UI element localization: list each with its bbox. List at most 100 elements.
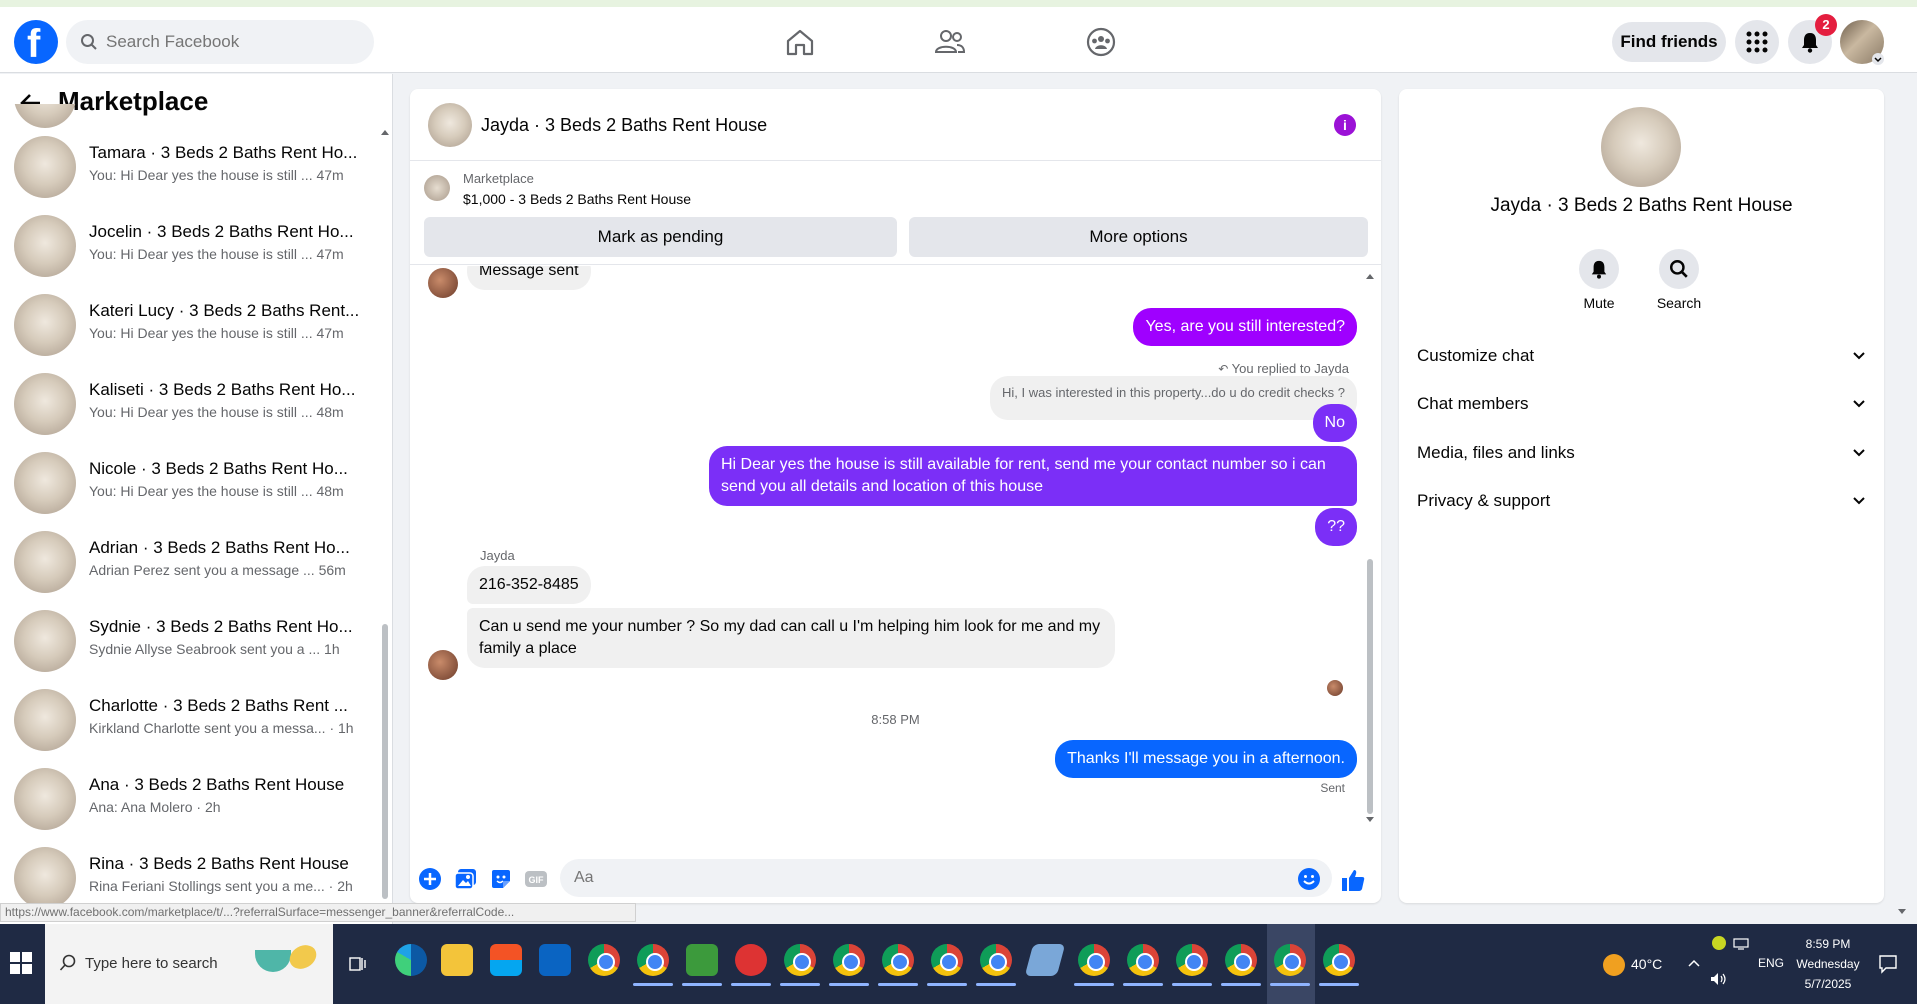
browser-top-strip [0, 0, 1917, 7]
running-indicator [1270, 983, 1310, 986]
find-friends-button[interactable]: Find friends [1612, 22, 1726, 62]
info-icon[interactable]: i [1334, 114, 1356, 136]
listing-price[interactable]: $1,000 - 3 Beds 2 Baths Rent House [463, 191, 691, 207]
running-indicator [780, 983, 820, 986]
chevron-up-icon[interactable] [1688, 958, 1700, 968]
read-receipt-avatar [1327, 680, 1343, 696]
avatar [14, 294, 76, 356]
incoming-message: 216-352-8485 [467, 566, 591, 604]
avatar[interactable] [428, 103, 472, 147]
app-icon[interactable] [1024, 944, 1066, 976]
scroll-up-arrow-icon[interactable] [380, 128, 390, 136]
svg-text:GIF: GIF [529, 875, 545, 885]
quoted-message[interactable]: Hi, I was interested in this property...… [990, 376, 1357, 420]
chat-scrollbar[interactable] [1367, 559, 1373, 814]
edge-icon[interactable] [395, 944, 427, 976]
app-icon[interactable] [735, 944, 767, 976]
gif-icon[interactable]: GIF [524, 867, 548, 891]
emoji-icon[interactable] [1297, 867, 1321, 891]
chrome-profile-icon[interactable] [833, 944, 865, 976]
network-icon[interactable] [1733, 938, 1749, 950]
list-item-partial[interactable] [0, 104, 380, 128]
chrome-profile-icon[interactable] [1274, 944, 1306, 976]
windows-taskbar: Type here to search 40°C ENG 8:59 PM Wed… [0, 924, 1917, 1004]
store-icon[interactable] [490, 944, 522, 976]
running-indicator [682, 983, 722, 986]
conversation-item[interactable]: Kateri Lucy · 3 Beds 2 Baths Rent... You:… [0, 286, 380, 365]
conversation-item[interactable]: Tamara · 3 Beds 2 Baths Rent Ho... You: H… [0, 128, 380, 207]
facebook-search[interactable] [66, 20, 374, 64]
customize-chat-row[interactable]: Customize chat [1417, 336, 1867, 376]
conversation-item[interactable]: Kaliseti · 3 Beds 2 Baths Rent Ho... You:… [0, 365, 380, 444]
chevron-down-icon [1853, 449, 1865, 457]
photo-icon[interactable] [454, 867, 478, 891]
conversation-item[interactable]: Nicole · 3 Beds 2 Baths Rent Ho... You: H… [0, 444, 380, 523]
taskbar-search[interactable]: Type here to search [45, 924, 333, 1004]
chrome-profile-icon[interactable] [1323, 944, 1355, 976]
conversation-item[interactable]: Sydnie · 3 Beds 2 Baths Rent Ho... Sydnie… [0, 602, 380, 681]
groups-icon[interactable] [1084, 25, 1118, 59]
chrome-profile-icon[interactable] [980, 944, 1012, 976]
scroll-down-arrow-icon[interactable] [1365, 816, 1375, 824]
privacy-support-row[interactable]: Privacy & support [1417, 481, 1867, 521]
spreadsheet-icon[interactable] [686, 944, 718, 976]
avatar[interactable] [1601, 107, 1681, 187]
conversation-item[interactable]: Adrian · 3 Beds 2 Baths Rent Ho... Adrian… [0, 523, 380, 602]
scroll-down-arrow-icon[interactable] [1897, 908, 1907, 916]
sticker-icon[interactable] [489, 867, 513, 891]
incoming-message-partial: Message sent [467, 266, 591, 290]
top-navigation-bar: f Find friends 2 [0, 7, 1917, 73]
avatar [14, 689, 76, 751]
search-highlight-illustration [255, 940, 325, 984]
conversation-item[interactable]: Charlotte · 3 Beds 2 Baths Rent ... Kirkl… [0, 681, 380, 760]
weather-icon[interactable] [1603, 954, 1625, 976]
menu-button[interactable] [1735, 20, 1779, 64]
search-in-chat-button[interactable]: Search [1639, 249, 1719, 311]
weather-temp[interactable]: 40°C [1631, 956, 1662, 972]
chrome-profile-icon[interactable] [784, 944, 816, 976]
running-indicator [1221, 983, 1261, 986]
tray-app-icon[interactable] [1712, 936, 1726, 950]
avatar [14, 452, 76, 514]
chrome-profile-icon[interactable] [1078, 944, 1110, 976]
file-explorer-icon[interactable] [441, 944, 473, 976]
chrome-profile-icon[interactable] [637, 944, 669, 976]
chat-members-row[interactable]: Chat members [1417, 384, 1867, 424]
mark-as-pending-button[interactable]: Mark as pending [424, 217, 897, 257]
windows-start-icon[interactable] [10, 952, 32, 974]
search-input[interactable] [106, 20, 356, 64]
volume-icon[interactable] [1710, 972, 1728, 986]
media-files-links-row[interactable]: Media, files and links [1417, 433, 1867, 473]
plus-icon[interactable] [418, 867, 442, 891]
avatar [428, 268, 458, 298]
message-input[interactable] [560, 859, 1332, 897]
like-thumb-icon[interactable] [1340, 867, 1366, 893]
chrome-icon[interactable] [588, 944, 620, 976]
task-view-icon[interactable] [348, 954, 368, 974]
mute-button[interactable]: Mute [1559, 249, 1639, 311]
listing-thumbnail[interactable] [424, 175, 450, 201]
chrome-profile-icon[interactable] [1225, 944, 1257, 976]
conversation-item[interactable]: Jocelin · 3 Beds 2 Baths Rent Ho... You: … [0, 207, 380, 286]
chrome-profile-icon[interactable] [931, 944, 963, 976]
sidebar-scrollbar[interactable] [382, 624, 388, 899]
running-indicator [878, 983, 918, 986]
notification-center-icon[interactable] [1878, 954, 1898, 974]
language-indicator[interactable]: ENG [1758, 956, 1784, 970]
outlook-icon[interactable] [539, 944, 571, 976]
clock[interactable]: 8:59 PM Wednesday 5/7/2025 [1794, 934, 1862, 994]
conversation-item[interactable]: Ana · 3 Beds 2 Baths Rent House Ana: Ana … [0, 760, 380, 839]
chrome-profile-icon[interactable] [1127, 944, 1159, 976]
more-options-button[interactable]: More options [909, 217, 1368, 257]
chat-title[interactable]: Jayda · 3 Beds 2 Baths Rent House [481, 115, 767, 136]
scroll-up-arrow-icon[interactable] [1365, 272, 1375, 280]
chat-header: Jayda · 3 Beds 2 Baths Rent House i [410, 89, 1381, 161]
avatar [14, 531, 76, 593]
chrome-profile-icon[interactable] [882, 944, 914, 976]
outgoing-message: ?? [1315, 508, 1357, 546]
sent-status: Sent [1320, 781, 1345, 795]
home-icon[interactable] [783, 25, 817, 59]
chrome-profile-icon[interactable] [1176, 944, 1208, 976]
facebook-logo[interactable]: f [14, 20, 58, 66]
friends-icon[interactable] [933, 25, 967, 59]
